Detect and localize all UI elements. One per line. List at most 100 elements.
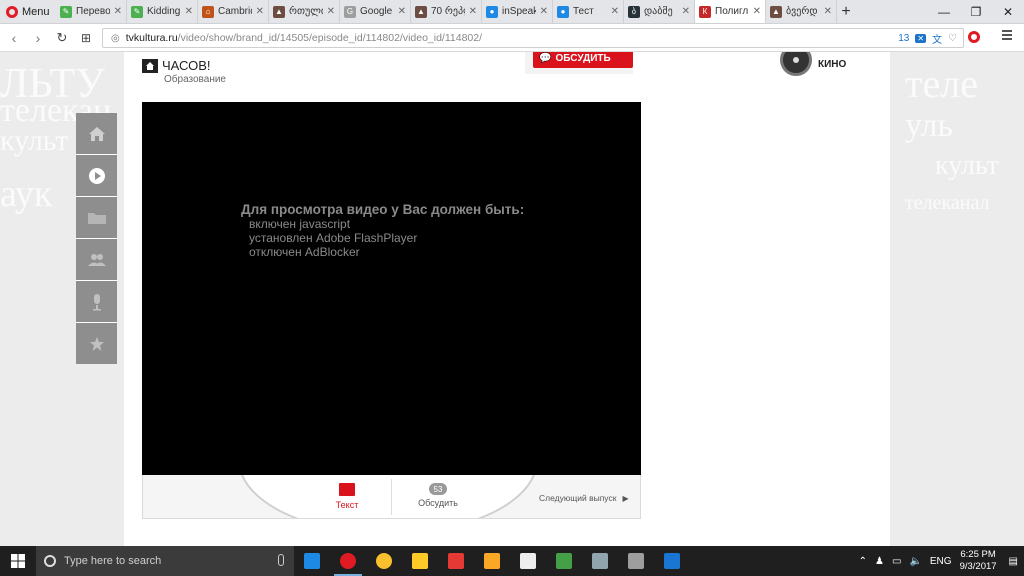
opera-extension-icon[interactable] bbox=[968, 31, 980, 43]
close-badge-icon[interactable]: ✕ bbox=[915, 34, 927, 43]
tab-favicon-icon: ✎ bbox=[131, 5, 143, 18]
background-decorative-word: уль bbox=[905, 107, 953, 144]
browser-tab[interactable]: ⌂ Cambridge ✕ bbox=[198, 0, 269, 23]
player-message-line: установлен Adobe FlashPlayer bbox=[249, 231, 418, 245]
brand-title-text: ЧАСОВ! bbox=[162, 58, 211, 73]
app-icon[interactable] bbox=[402, 546, 438, 576]
clock-date: 9/3/2017 bbox=[959, 561, 997, 572]
close-window-button[interactable]: ✕ bbox=[992, 0, 1024, 24]
browser-tab[interactable]: ● Тест ✕ bbox=[553, 0, 624, 23]
input-language[interactable]: ENG bbox=[930, 556, 952, 567]
network-icon[interactable]: ▭ bbox=[892, 556, 901, 567]
browser-tab[interactable]: ▲ რთული ✕ bbox=[269, 0, 340, 23]
close-tab-icon[interactable]: ✕ bbox=[824, 6, 832, 17]
close-tab-icon[interactable]: ✕ bbox=[682, 6, 690, 17]
url-field[interactable]: ◎ tvkultura.ru/video/show/brand_id/14505… bbox=[102, 28, 964, 48]
tab-favicon-icon: ✎ bbox=[60, 5, 72, 18]
store-icon-glyph bbox=[520, 553, 536, 569]
sidebar-star[interactable] bbox=[76, 323, 117, 364]
browser-tab[interactable]: ✎ Перевод ✕ bbox=[56, 0, 127, 23]
close-tab-icon[interactable]: ✕ bbox=[327, 6, 335, 17]
restore-button[interactable]: ❐ bbox=[960, 0, 992, 24]
sidebar-home[interactable] bbox=[76, 113, 117, 154]
sidebar-people[interactable] bbox=[76, 239, 117, 280]
opera-menu-button[interactable]: Menu bbox=[0, 0, 56, 23]
notifications-icon[interactable]: ▤ bbox=[1009, 556, 1018, 567]
settings-icon[interactable] bbox=[582, 546, 618, 576]
video-player[interactable]: Для просмотра видео у Вас должен быть: в… bbox=[142, 102, 641, 475]
brand-title[interactable]: ЧАСОВ! bbox=[142, 58, 211, 73]
browser-tab[interactable]: ● inSpeak ✕ bbox=[482, 0, 553, 23]
tab-label: inSpeak bbox=[502, 6, 536, 17]
reload-button[interactable]: ↻ bbox=[50, 30, 74, 46]
tab-favicon-icon: ● bbox=[557, 5, 569, 18]
tab-label: Тест bbox=[573, 6, 594, 17]
sidebar-folder[interactable] bbox=[76, 197, 117, 238]
explorer-icon-glyph bbox=[484, 553, 500, 569]
calculator-icon[interactable] bbox=[618, 546, 654, 576]
edge-icon[interactable] bbox=[294, 546, 330, 576]
browser-tab[interactable]: К Полигл ✕ bbox=[695, 0, 766, 23]
kino-logo[interactable]: КИНО bbox=[780, 52, 846, 76]
close-tab-icon[interactable]: ✕ bbox=[753, 6, 761, 17]
close-tab-icon[interactable]: ✕ bbox=[469, 6, 477, 17]
text-button[interactable]: Текст bbox=[318, 483, 376, 510]
tab-bar: Menu ✎ Перевод ✕ ✎ Kidding ✕ ⌂ Cambridge ✕ ▲ რთული… bbox=[0, 0, 1024, 24]
taskbar-search[interactable]: Type here to search bbox=[36, 546, 294, 576]
chevron-up-icon[interactable]: ⌃ bbox=[859, 556, 867, 567]
home-icon bbox=[142, 58, 158, 73]
discuss-button[interactable]: 53 Обсудить bbox=[408, 483, 468, 508]
close-tab-icon[interactable]: ✕ bbox=[256, 6, 264, 17]
mic-icon[interactable] bbox=[278, 554, 284, 566]
film-reel-icon bbox=[780, 52, 812, 76]
sidebar-mic[interactable] bbox=[76, 281, 117, 322]
browser-tab[interactable]: G Google ✕ bbox=[340, 0, 411, 23]
browser-tab[interactable]: ▲ ბვერდ ✕ bbox=[766, 0, 837, 23]
opera-icon[interactable] bbox=[330, 546, 366, 576]
cortana-icon bbox=[44, 555, 56, 567]
new-tab-button[interactable]: + bbox=[837, 0, 855, 23]
movie-icon[interactable] bbox=[546, 546, 582, 576]
explorer-icon[interactable] bbox=[474, 546, 510, 576]
close-tab-icon[interactable]: ✕ bbox=[611, 6, 619, 17]
bookmark-heart-icon[interactable]: ♡ bbox=[948, 33, 957, 44]
tile-icon[interactable] bbox=[654, 546, 690, 576]
close-tab-icon[interactable]: ✕ bbox=[540, 6, 548, 17]
discuss-top-button[interactable]: 💬 ОБСУДИТЬ bbox=[533, 52, 633, 68]
discuss-top-label: ОБСУДИТЬ bbox=[555, 52, 611, 64]
sidebar-video[interactable] bbox=[76, 155, 117, 196]
discuss-top-button-wrap: 💬 ОБСУДИТЬ bbox=[525, 52, 633, 74]
translate-icon[interactable]: 文 bbox=[932, 31, 942, 46]
clock[interactable]: 6:25 PM 9/3/2017 bbox=[960, 549, 997, 573]
easy-setup-menu-icon[interactable] bbox=[1000, 30, 1014, 44]
start-button[interactable] bbox=[0, 546, 36, 576]
browser-tab[interactable]: ბ დაბმე ✕ bbox=[624, 0, 695, 23]
close-tab-icon[interactable]: ✕ bbox=[114, 6, 122, 17]
back-button[interactable]: ‹ bbox=[2, 30, 26, 46]
close-tab-icon[interactable]: ✕ bbox=[398, 6, 406, 17]
store-icon[interactable] bbox=[510, 546, 546, 576]
minimize-button[interactable]: — bbox=[928, 0, 960, 24]
folder-icon bbox=[87, 212, 106, 224]
people-tray-icon[interactable]: ♟ bbox=[875, 556, 884, 567]
chrome-icon[interactable] bbox=[366, 546, 402, 576]
player-message-line: включен javascript bbox=[249, 217, 351, 231]
paint-icon[interactable] bbox=[438, 546, 474, 576]
tab-favicon-icon: G bbox=[344, 5, 356, 18]
volume-icon[interactable]: 🔈 bbox=[909, 556, 921, 567]
settings-icon-glyph bbox=[592, 553, 608, 569]
forward-button[interactable]: › bbox=[26, 30, 50, 46]
browser-tab[interactable]: ✎ Kidding ✕ bbox=[127, 0, 198, 23]
browser-tab[interactable]: ▲ 70 რეპლ ✕ bbox=[411, 0, 482, 23]
tab-label: ბვერდ bbox=[786, 6, 818, 17]
background-decorative-word: культ bbox=[935, 150, 999, 181]
background-decorative-word: теле bbox=[905, 61, 978, 106]
tile-icon-glyph bbox=[664, 553, 680, 569]
opera-logo-icon bbox=[6, 5, 18, 18]
close-tab-icon[interactable]: ✕ bbox=[185, 6, 193, 17]
window-controls: — ❐ ✕ bbox=[928, 0, 1024, 24]
tabs-grid-button[interactable]: ⊞ bbox=[74, 31, 98, 45]
next-episode-button[interactable]: Следующий выпуск ▶ bbox=[539, 493, 629, 503]
tab-favicon-icon: ⌂ bbox=[202, 5, 214, 18]
tab-favicon-icon: ბ bbox=[628, 5, 640, 18]
